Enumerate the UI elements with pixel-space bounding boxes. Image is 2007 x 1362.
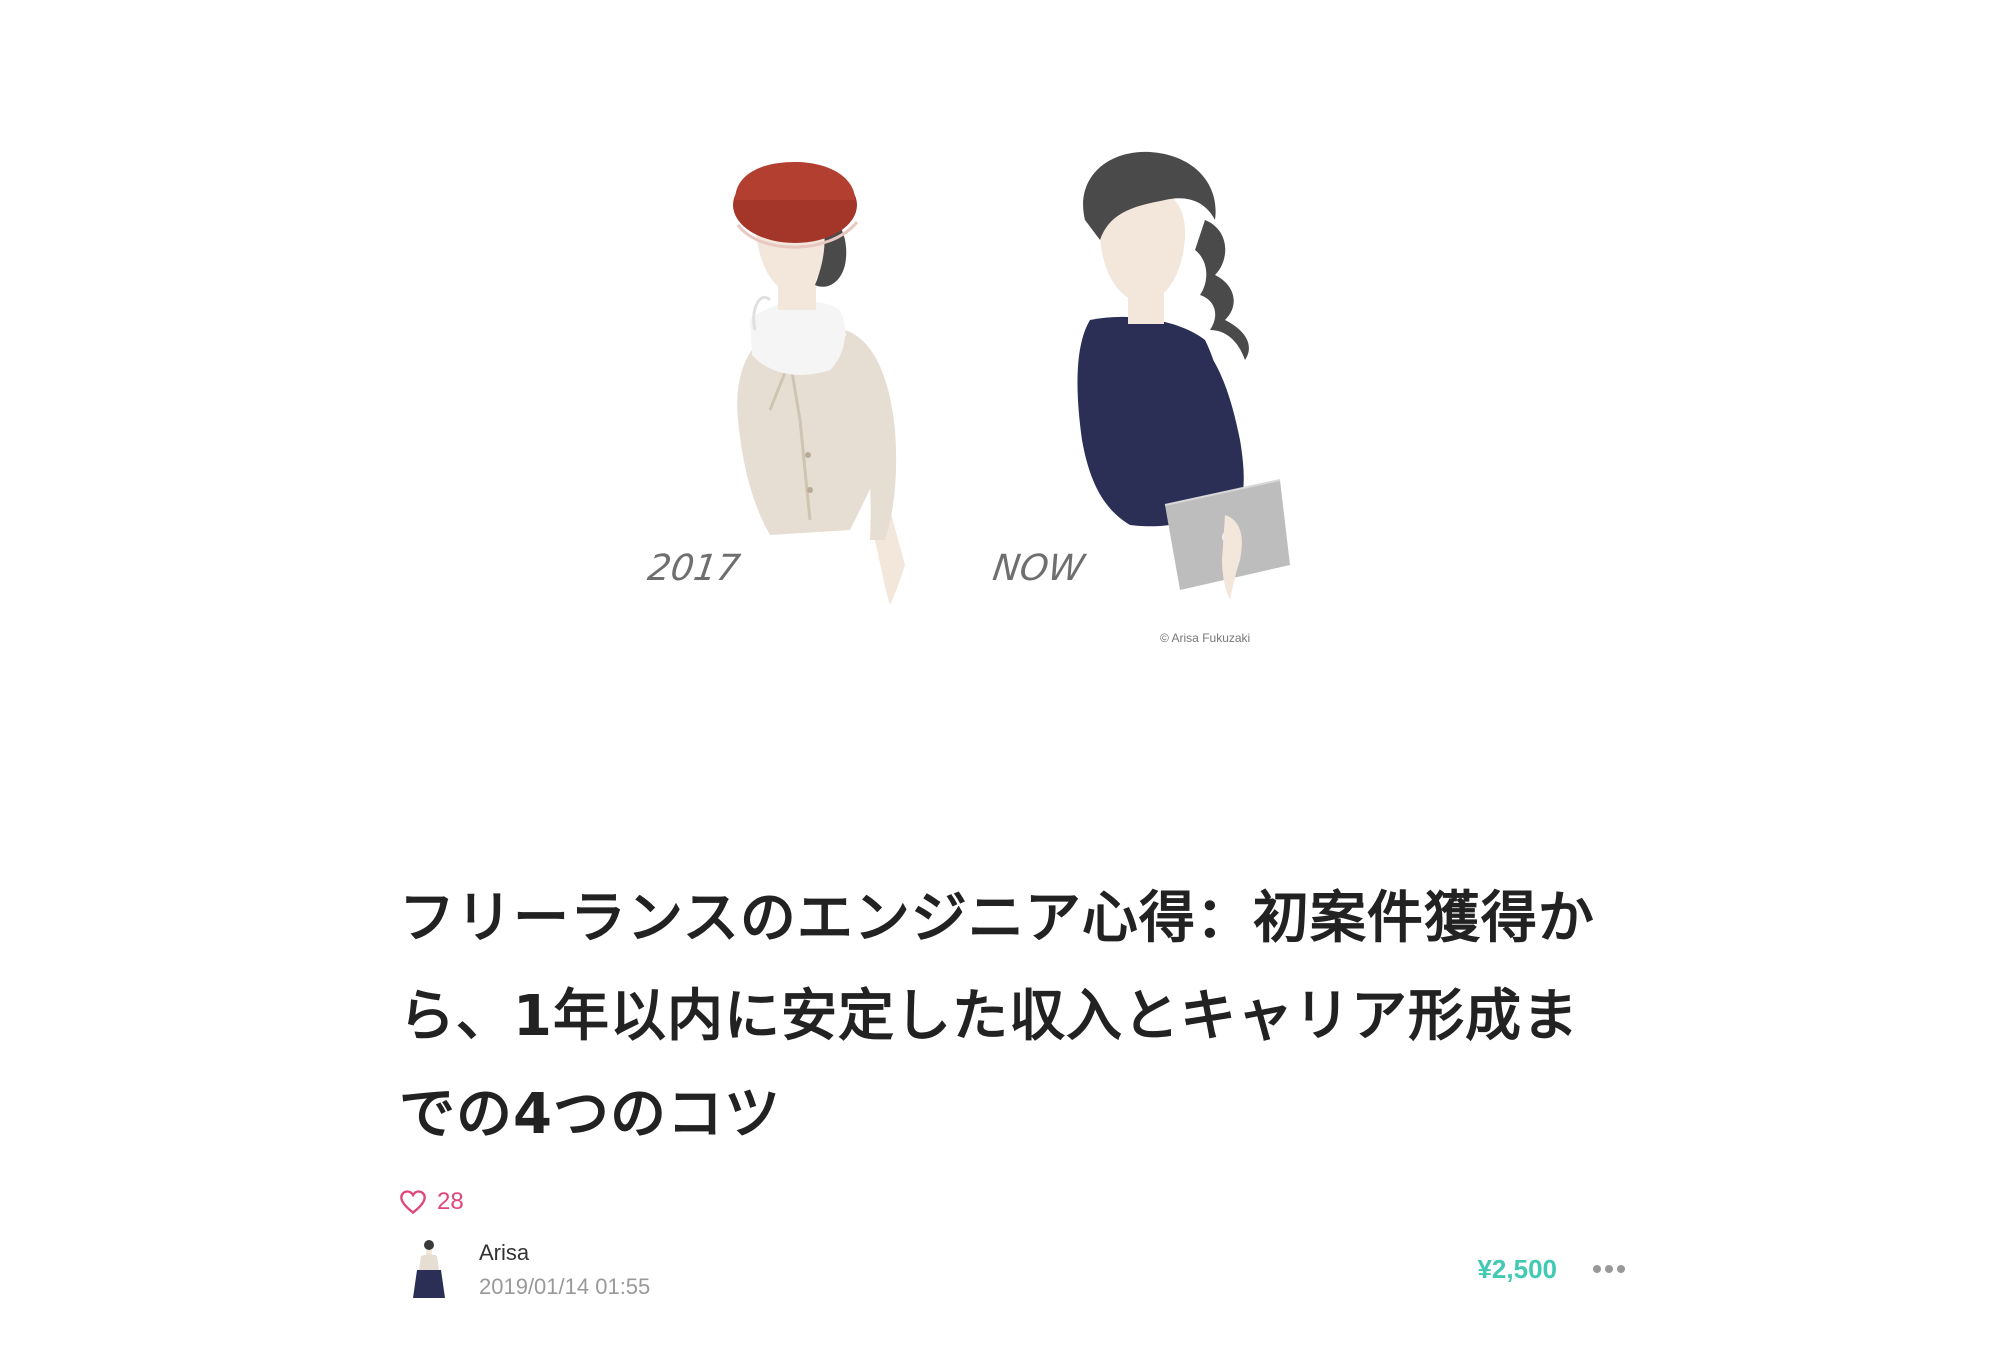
- heart-icon[interactable]: [399, 1189, 427, 1215]
- illustration-credit: © Arisa Fukuzaki: [1160, 631, 1250, 645]
- article-title: フリーランスのエンジニア心得：初案件獲得から、1年以内に安定した収入とキャリア形…: [399, 886, 1595, 1147]
- avatar[interactable]: [399, 1236, 461, 1302]
- like-count: 28: [437, 1188, 464, 1215]
- label-now: NOW: [990, 546, 1088, 589]
- article-meta: Arisa 2019/01/14 01:55 ¥2,500: [399, 1236, 1629, 1306]
- more-icon[interactable]: [1589, 1254, 1629, 1284]
- label-2017: 2017: [645, 546, 743, 589]
- article-header: フリーランスのエンジニア心得：初案件獲得から、1年以内に安定した収入とキャリア形…: [399, 870, 1629, 1216]
- author-name[interactable]: Arisa: [479, 1240, 529, 1266]
- flight-attendant-figure: [733, 162, 905, 605]
- hero-illustration: 2017 NOW © Arisa Fukuzaki: [0, 0, 2007, 780]
- engineer-figure: [1077, 151, 1290, 600]
- post-date: 2019/01/14 01:55: [479, 1274, 651, 1299]
- price-label[interactable]: ¥2,500: [1477, 1254, 1557, 1285]
- like-counter[interactable]: 28: [399, 1188, 1629, 1216]
